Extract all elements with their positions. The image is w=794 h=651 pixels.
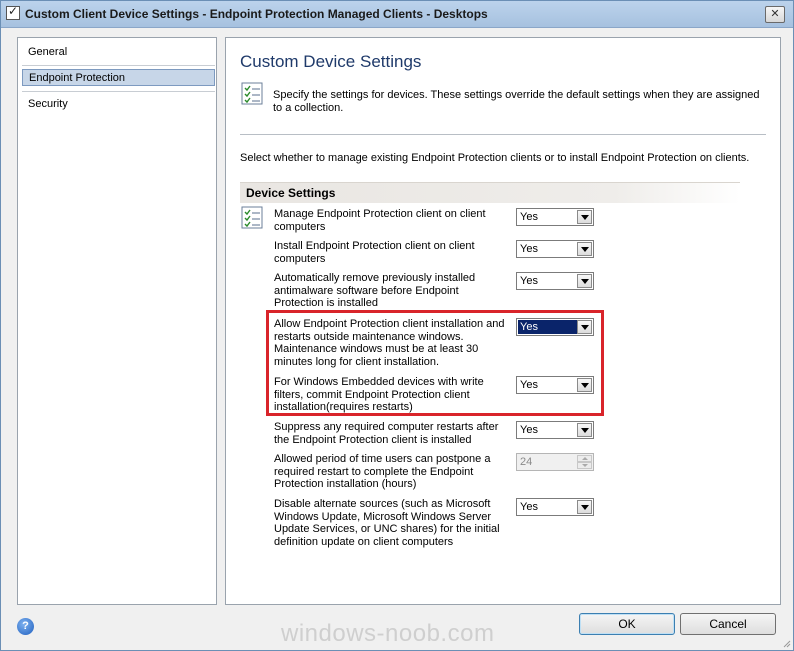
sidebar-item-general[interactable]: General xyxy=(22,44,215,61)
suppress-restarts-dropdown[interactable]: Yes xyxy=(516,421,594,439)
resize-grip-icon[interactable] xyxy=(781,638,791,648)
dropdown-value: Yes xyxy=(520,501,538,513)
setting-label-install-client: Install Endpoint Protection client on cl… xyxy=(274,240,475,265)
sidebar: General Endpoint Protection Security xyxy=(17,37,217,605)
dropdown-value: Yes xyxy=(520,211,538,223)
setting-label-suppress-restarts: Suppress any required computer restarts … xyxy=(274,421,499,446)
setting-label-disable-alternate-sources: Disable alternate sources (such as Micro… xyxy=(274,498,500,548)
chevron-down-icon[interactable] xyxy=(577,378,592,392)
watermark: windows-noob.com xyxy=(281,620,495,647)
remove-antimalware-dropdown[interactable]: Yes xyxy=(516,272,594,290)
dropdown-value: Yes xyxy=(520,424,538,436)
chevron-down-icon[interactable] xyxy=(577,274,592,288)
setting-label-embedded-write-filters: For Windows Embedded devices with write … xyxy=(274,376,484,414)
postpone-hours-spinner: 24 xyxy=(516,453,594,471)
page-title: Custom Device Settings xyxy=(240,52,422,71)
sidebar-divider xyxy=(22,91,215,92)
chevron-down-icon[interactable] xyxy=(577,242,592,256)
embedded-write-filters-dropdown[interactable]: Yes xyxy=(516,376,594,394)
setting-label-remove-antimalware: Automatically remove previously installe… xyxy=(274,272,476,310)
install-client-dropdown[interactable]: Yes xyxy=(516,240,594,258)
divider xyxy=(240,134,766,135)
title-bar[interactable]: Custom Client Device Settings - Endpoint… xyxy=(1,1,793,28)
sidebar-item-endpoint-protection[interactable]: Endpoint Protection xyxy=(22,69,215,86)
window-title: Custom Client Device Settings - Endpoint… xyxy=(25,7,488,21)
manage-client-dropdown[interactable]: Yes xyxy=(516,208,594,226)
allow-outside-maintenance-dropdown[interactable]: Yes xyxy=(516,318,594,336)
main-panel: Custom Device Settings Specify the setti… xyxy=(225,37,781,605)
settings-checklist-icon xyxy=(241,82,263,105)
help-icon[interactable]: ? xyxy=(17,618,34,635)
dropdown-value: Yes xyxy=(518,320,577,334)
chevron-down-icon[interactable] xyxy=(577,320,592,334)
cancel-button[interactable]: Cancel xyxy=(680,613,776,635)
section-title: Device Settings xyxy=(246,186,336,200)
close-button[interactable]: ✕ xyxy=(765,6,785,23)
setting-label-manage-client: Manage Endpoint Protection client on cli… xyxy=(274,208,486,233)
app-icon xyxy=(6,4,20,20)
spin-down-icon xyxy=(577,462,592,469)
dropdown-value: Yes xyxy=(520,379,538,391)
chevron-down-icon[interactable] xyxy=(577,500,592,514)
sidebar-item-security[interactable]: Security xyxy=(22,96,215,113)
ok-button[interactable]: OK xyxy=(579,613,675,635)
page-description: Specify the settings for devices. These … xyxy=(273,89,760,114)
section-header: Device Settings xyxy=(240,182,740,203)
dropdown-value: Yes xyxy=(520,243,538,255)
spin-up-icon xyxy=(577,455,592,462)
device-settings-icon xyxy=(241,206,263,229)
spinner-value: 24 xyxy=(520,456,533,468)
dropdown-value: Yes xyxy=(520,275,538,287)
setting-label-postpone-period: Allowed period of time users can postpon… xyxy=(274,453,491,491)
chevron-down-icon[interactable] xyxy=(577,423,592,437)
dialog-window: Custom Client Device Settings - Endpoint… xyxy=(0,0,794,651)
chevron-down-icon[interactable] xyxy=(577,210,592,224)
intro-text: Select whether to manage existing Endpoi… xyxy=(240,152,750,164)
disable-alternate-sources-dropdown[interactable]: Yes xyxy=(516,498,594,516)
setting-label-allow-outside-maintenance: Allow Endpoint Protection client install… xyxy=(274,318,505,368)
sidebar-divider xyxy=(22,65,215,66)
